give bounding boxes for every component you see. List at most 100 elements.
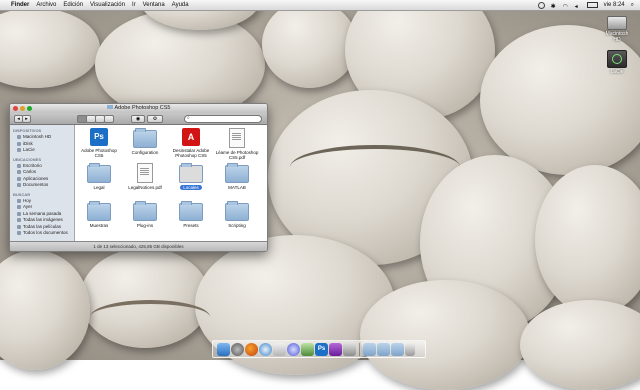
spotlight-icon[interactable]: ⌕ bbox=[631, 0, 634, 10]
volume-status-icon[interactable]: ◂ bbox=[575, 2, 581, 10]
folder-icon bbox=[225, 201, 249, 221]
mail-icon[interactable] bbox=[273, 343, 286, 356]
system-preferences-icon[interactable] bbox=[231, 343, 244, 356]
stone bbox=[0, 8, 100, 88]
safari-icon[interactable] bbox=[259, 343, 272, 356]
trash-icon[interactable] bbox=[405, 343, 415, 356]
file-item[interactable]: Plug-ins bbox=[123, 201, 167, 228]
folder-icon bbox=[133, 128, 157, 148]
menu-ayuda[interactable]: Ayuda bbox=[172, 0, 189, 10]
documents-folder-icon bbox=[17, 183, 21, 188]
sidebar-item-documentos[interactable]: Documentos bbox=[17, 182, 74, 189]
dock-separator bbox=[359, 343, 360, 356]
stone bbox=[360, 280, 530, 390]
home-folder-icon bbox=[17, 170, 21, 175]
file-item[interactable]: LegalNotices.pdf bbox=[123, 163, 167, 190]
file-label: Muestras bbox=[89, 223, 109, 228]
preview-icon[interactable] bbox=[343, 343, 356, 356]
file-item[interactable]: Presets bbox=[169, 201, 213, 228]
folder-icon bbox=[133, 201, 157, 221]
menu-archivo[interactable]: Archivo bbox=[36, 0, 56, 10]
sidebar-item-lacie[interactable]: LaCie bbox=[17, 147, 74, 154]
pdf-document-icon bbox=[229, 128, 245, 148]
finder-window: Adobe Photoshop CS5 ◂ ▸ ◉ ⚙ ⌕ DISPOSITIV… bbox=[9, 103, 268, 252]
smart-folder-icon bbox=[17, 224, 21, 229]
downloads-folder-icon[interactable] bbox=[391, 343, 404, 356]
time-machine-status-icon[interactable] bbox=[537, 1, 545, 9]
finder-icon[interactable] bbox=[217, 343, 230, 356]
sidebar-item-label: LaCie bbox=[23, 147, 35, 152]
file-item-selected[interactable]: Locales bbox=[169, 163, 213, 190]
minimize-window-button[interactable] bbox=[20, 106, 25, 111]
coverflow-view-button[interactable] bbox=[104, 115, 114, 123]
folder-icon bbox=[87, 163, 111, 183]
file-label: Legal bbox=[93, 185, 105, 190]
photoshop-app-icon: Ps bbox=[90, 128, 108, 146]
iphoto-icon[interactable] bbox=[301, 343, 314, 356]
wifi-status-icon[interactable]: ◠ bbox=[563, 2, 569, 10]
desktop-icon-label: LaCie bbox=[610, 69, 624, 75]
stone bbox=[520, 300, 640, 390]
applications-folder-icon bbox=[17, 176, 21, 181]
sidebar-item-label: Documentos bbox=[23, 182, 49, 187]
hard-drive-icon bbox=[607, 16, 627, 30]
photoshop-icon[interactable]: Ps bbox=[315, 343, 328, 356]
itunes-icon[interactable] bbox=[287, 343, 300, 356]
bluetooth-status-icon[interactable]: ✱ bbox=[551, 2, 557, 10]
file-item[interactable]: Configuration bbox=[123, 128, 167, 155]
menu-ir[interactable]: Ir bbox=[132, 0, 136, 10]
desktop-icon-macintosh-hd[interactable]: Macintosh HD bbox=[602, 16, 632, 43]
window-titlebar[interactable]: Adobe Photoshop CS5 bbox=[10, 104, 267, 113]
zoom-window-button[interactable] bbox=[27, 106, 32, 111]
hard-drive-icon bbox=[17, 135, 21, 140]
adobe-uninstaller-icon: A bbox=[182, 128, 200, 146]
menubar-clock[interactable]: vie 8:24 bbox=[604, 0, 625, 10]
stone bbox=[262, 0, 357, 88]
stone-vein bbox=[290, 145, 460, 189]
pdf-document-icon bbox=[137, 163, 153, 183]
battery-status-icon[interactable] bbox=[586, 2, 598, 8]
search-icon: ⌕ bbox=[187, 115, 190, 121]
smart-folder-icon bbox=[17, 231, 21, 236]
clock-icon bbox=[17, 211, 21, 216]
sidebar-item-documentos-busqueda[interactable]: Todos los documentos bbox=[17, 230, 74, 237]
folder-icon bbox=[87, 201, 111, 221]
file-item[interactable]: MATLAB bbox=[215, 163, 259, 190]
stone-vein bbox=[90, 300, 210, 334]
stone bbox=[0, 250, 90, 370]
quick-look-button[interactable]: ◉ bbox=[131, 115, 145, 123]
desktop-icon-lacie[interactable]: LaCie bbox=[602, 50, 632, 75]
purple-app-icon[interactable] bbox=[329, 343, 342, 356]
stone bbox=[480, 25, 640, 175]
folder-icon bbox=[225, 163, 249, 183]
menu-edicion[interactable]: Edición bbox=[63, 0, 83, 10]
firefox-icon[interactable] bbox=[245, 343, 258, 356]
file-label: Scripting bbox=[228, 223, 246, 228]
desktop-icon-label: Macintosh HD bbox=[605, 31, 629, 43]
file-label: Adobe Photoshop CS5 bbox=[81, 148, 117, 158]
time-machine-drive-icon bbox=[607, 50, 627, 68]
file-item[interactable]: A Desinstalar Adobe Photoshop CS5 bbox=[169, 128, 213, 158]
clock-icon bbox=[17, 205, 21, 210]
dock: Ps bbox=[212, 340, 426, 358]
file-label: Léame de Photoshop CS5.pdf bbox=[215, 150, 259, 160]
file-item[interactable]: Muestras bbox=[77, 201, 121, 228]
file-item[interactable]: Ps Adobe Photoshop CS5 bbox=[77, 128, 121, 158]
window-toolbar: ◂ ▸ ◉ ⚙ ⌕ bbox=[10, 113, 267, 125]
documents-folder-icon[interactable] bbox=[377, 343, 390, 356]
search-input[interactable]: ⌕ bbox=[184, 115, 262, 123]
idisk-icon bbox=[17, 141, 21, 146]
menu-finder[interactable]: Finder bbox=[11, 0, 29, 10]
menu-visualizacion[interactable]: Visualización bbox=[90, 0, 125, 10]
action-menu-button[interactable]: ⚙ bbox=[147, 115, 163, 123]
file-item[interactable]: Léame de Photoshop CS5.pdf bbox=[215, 128, 259, 160]
close-window-button[interactable] bbox=[13, 106, 18, 111]
smart-folder-icon bbox=[17, 218, 21, 223]
file-label: Presets bbox=[183, 223, 199, 228]
file-item[interactable]: Scripting bbox=[215, 201, 259, 228]
menu-ventana[interactable]: Ventana bbox=[143, 0, 165, 10]
folder-icon bbox=[179, 163, 203, 183]
forward-button[interactable]: ▸ bbox=[22, 115, 31, 123]
applications-folder-icon[interactable] bbox=[363, 343, 376, 356]
file-item[interactable]: Legal bbox=[77, 163, 121, 190]
